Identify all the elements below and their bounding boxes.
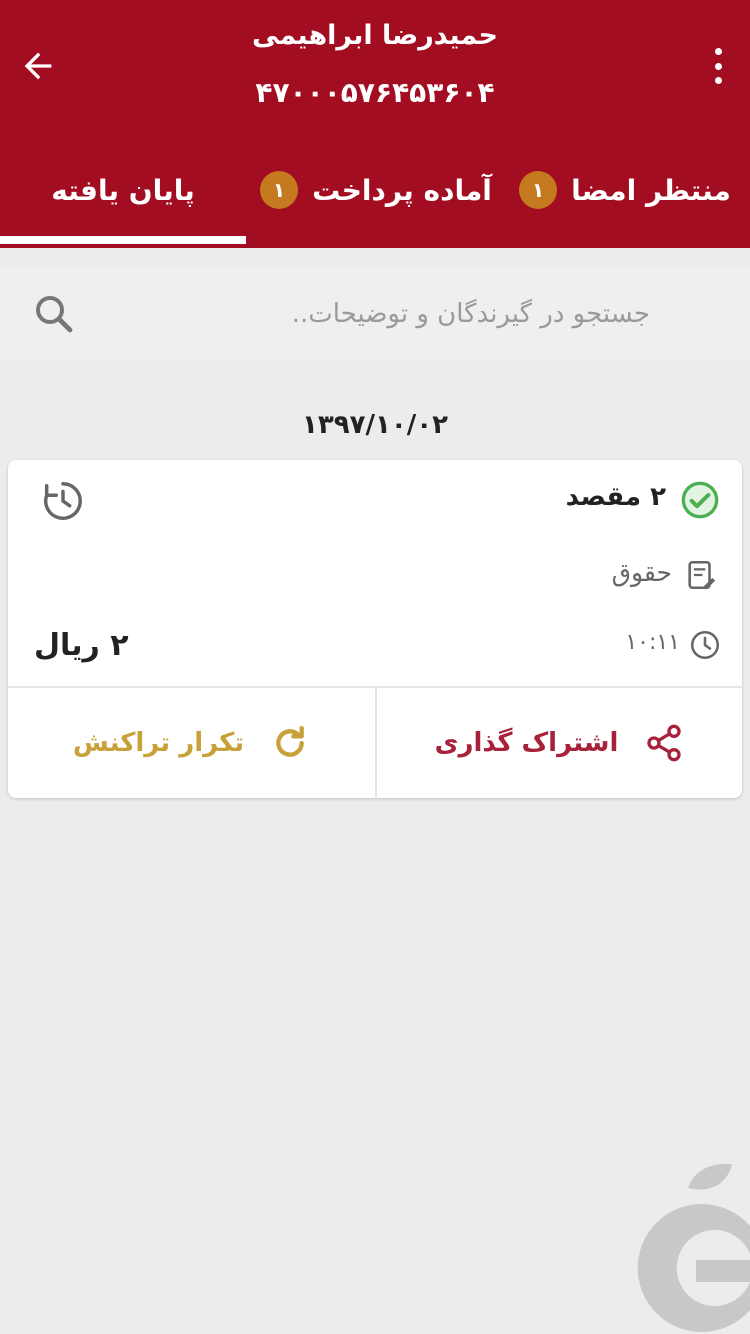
transaction-amount: ۲ ریال [34,628,129,663]
search-input[interactable] [90,290,650,338]
search-bar [0,268,750,360]
document-edit-icon [688,560,716,590]
tab-completed[interactable]: پایان یافته [0,140,246,240]
destination-count: ۲ مقصد [565,482,666,512]
active-tab-indicator [0,236,246,244]
watermark-logo-icon [637,1163,750,1332]
share-icon [647,724,682,762]
date-heading: ۱۳۹۷/۱۰/۰۲ [302,410,448,440]
tab-bar: منتظر امضا ۱ آماده پرداخت ۱ پایان یافته [0,140,750,248]
share-button[interactable]: اشتراک گذاری [376,688,743,798]
app-header: حمیدرضا ابراهیمی ۴۷۰۰۰۵۷۶۴۵۳۶۰۴ منتظر ام… [0,0,750,248]
tab-label: پایان یافته [51,173,195,207]
tab-count-badge: ۱ [519,171,558,209]
tab-awaiting-signature[interactable]: منتظر امضا ۱ [500,140,750,240]
check-circle-icon [681,481,719,519]
transaction-category: حقوق [611,558,672,587]
tab-count-badge: ۱ [260,171,299,209]
more-dot [714,62,722,70]
account-number: ۴۷۰۰۰۵۷۶۴۵۳۶۰۴ [255,76,495,109]
share-label: اشتراک گذاری [434,728,619,758]
transaction-card[interactable]: ۲ مقصد حقوق ۱۰:۱۱ ۲ ریال اشتراک گذاری تک… [8,460,742,798]
tab-label: منتظر امضا [571,173,731,207]
clock-icon [690,630,720,660]
tab-label: آماده پرداخت [312,173,492,207]
refresh-icon [276,725,305,757]
search-icon[interactable] [30,290,78,338]
transaction-time: ۱۰:۱۱ [625,630,680,655]
history-icon[interactable] [40,478,86,524]
account-name: حمیدرضا ابراهیمی [252,20,498,51]
repeat-transaction-button[interactable]: تکرار تراکنش [8,688,375,798]
tab-ready-to-pay[interactable]: آماده پرداخت ۱ [246,140,506,240]
repeat-label: تکرار تراکنش [72,728,245,758]
